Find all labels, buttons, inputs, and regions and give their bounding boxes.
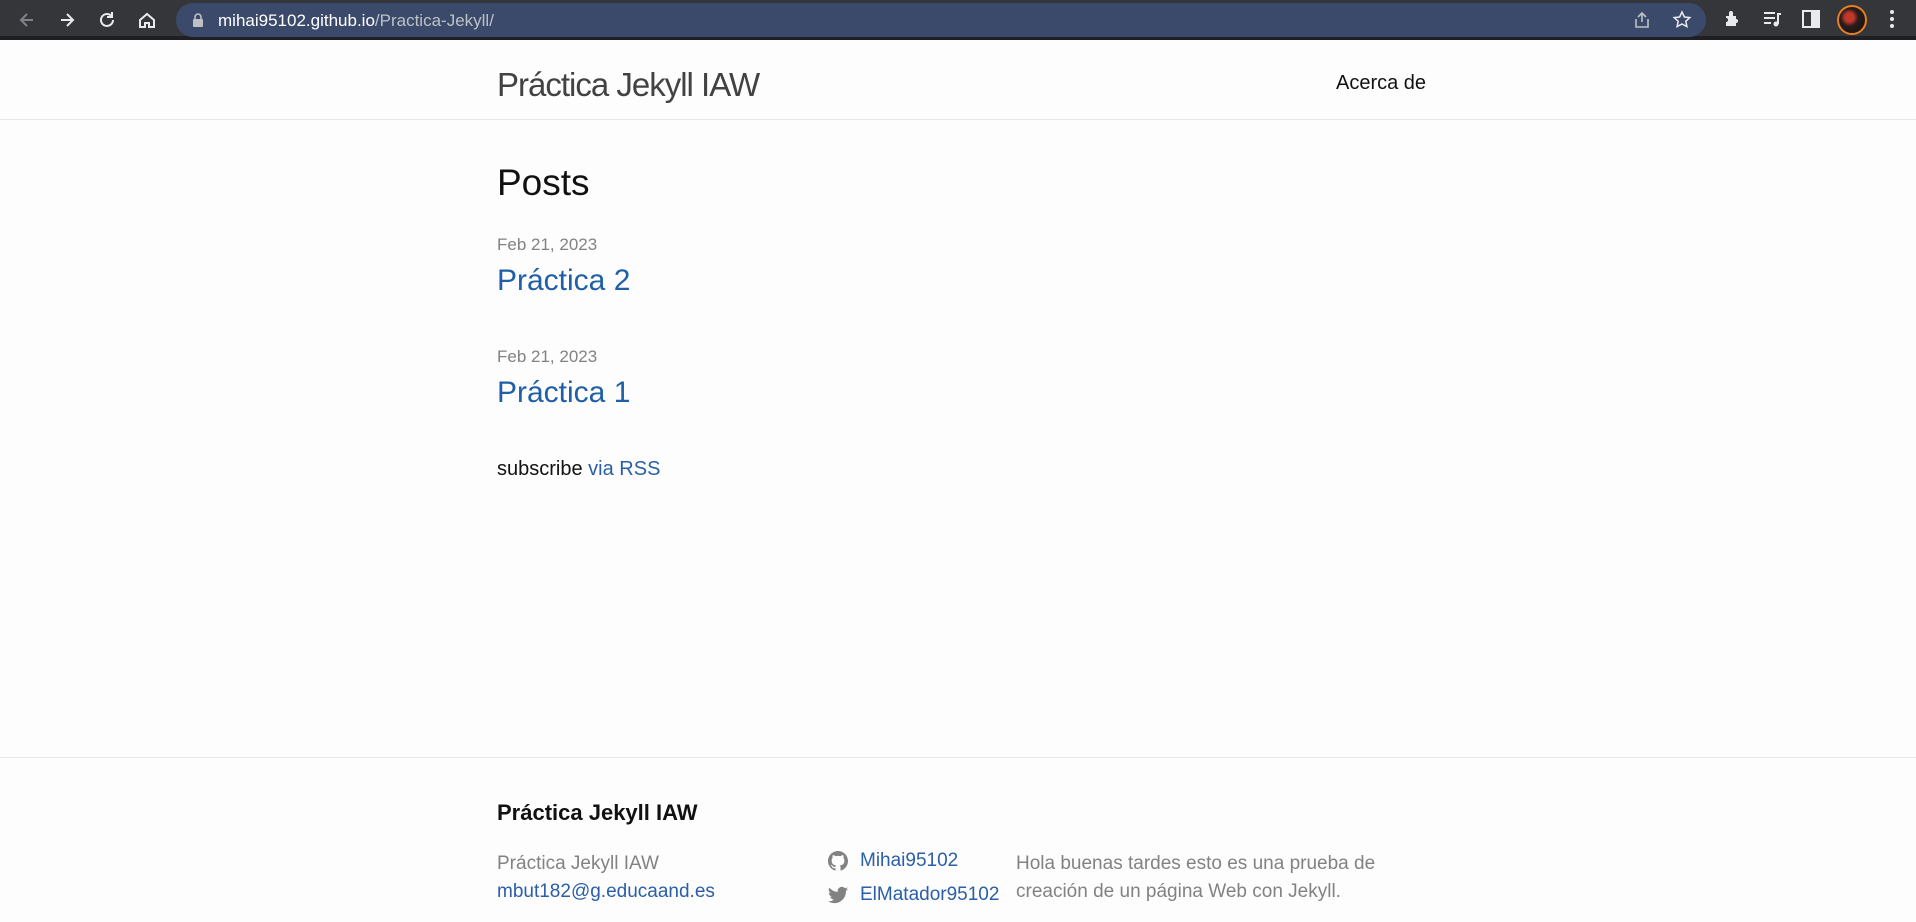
address-bar[interactable]: mihai95102.github.io/Practica-Jekyll/ xyxy=(176,3,1706,37)
github-link[interactable]: Mihai95102 xyxy=(860,850,958,872)
forward-icon[interactable] xyxy=(53,6,81,34)
home-icon[interactable] xyxy=(133,6,161,34)
site-title-link[interactable]: Práctica Jekyll IAW xyxy=(497,66,760,104)
url-text[interactable]: mihai95102.github.io/Practica-Jekyll/ xyxy=(218,11,494,31)
extensions-icon[interactable] xyxy=(1721,8,1743,30)
rss-link[interactable]: via RSS xyxy=(588,458,660,480)
post-date: Feb 21, 2023 xyxy=(497,347,598,366)
back-icon[interactable] xyxy=(13,6,41,34)
url-path: /Practica-Jekyll/ xyxy=(374,11,494,30)
post-link[interactable]: Práctica 1 xyxy=(497,376,630,410)
footer-heading: Práctica Jekyll IAW xyxy=(497,800,698,825)
star-icon[interactable] xyxy=(1672,10,1692,30)
site-header: Práctica Jekyll IAW Acerca de xyxy=(0,44,1916,120)
post-date: Feb 21, 2023 xyxy=(497,235,598,254)
post-list-heading: Posts xyxy=(497,162,590,203)
reload-icon[interactable] xyxy=(93,6,121,34)
side-panel-icon[interactable] xyxy=(1800,8,1822,30)
site-footer: Práctica Jekyll IAW Práctica Jekyll IAW … xyxy=(0,757,1916,922)
browser-toolbar: mihai95102.github.io/Practica-Jekyll/ xyxy=(0,0,1916,40)
lock-icon[interactable] xyxy=(190,12,206,28)
url-host: mihai95102.github.io xyxy=(218,11,375,30)
footer-email-link[interactable]: mbut182@g.educaand.es xyxy=(497,878,715,906)
twitter-link[interactable]: ElMatador95102 xyxy=(860,884,999,906)
nav-link-about[interactable]: Acerca de xyxy=(1336,72,1426,95)
footer-site-name: Práctica Jekyll IAW xyxy=(497,853,659,874)
share-icon[interactable] xyxy=(1632,10,1652,30)
footer-description: Hola buenas tardes esto es una prueba de… xyxy=(1016,853,1376,902)
media-icon[interactable] xyxy=(1761,8,1783,30)
github-icon xyxy=(828,851,848,871)
twitter-icon xyxy=(828,886,848,904)
profile-avatar[interactable] xyxy=(1837,5,1867,35)
rss-prefix: subscribe xyxy=(497,458,583,480)
menu-icon[interactable] xyxy=(1881,8,1903,30)
rss-subscribe: subscribe via RSS xyxy=(497,458,660,481)
twitter-social: ElMatador95102 xyxy=(828,884,999,906)
github-social: Mihai95102 xyxy=(828,850,958,872)
post-link[interactable]: Práctica 2 xyxy=(497,264,630,298)
footer-contact: Práctica Jekyll IAW mbut182@g.educaand.e… xyxy=(497,850,715,906)
